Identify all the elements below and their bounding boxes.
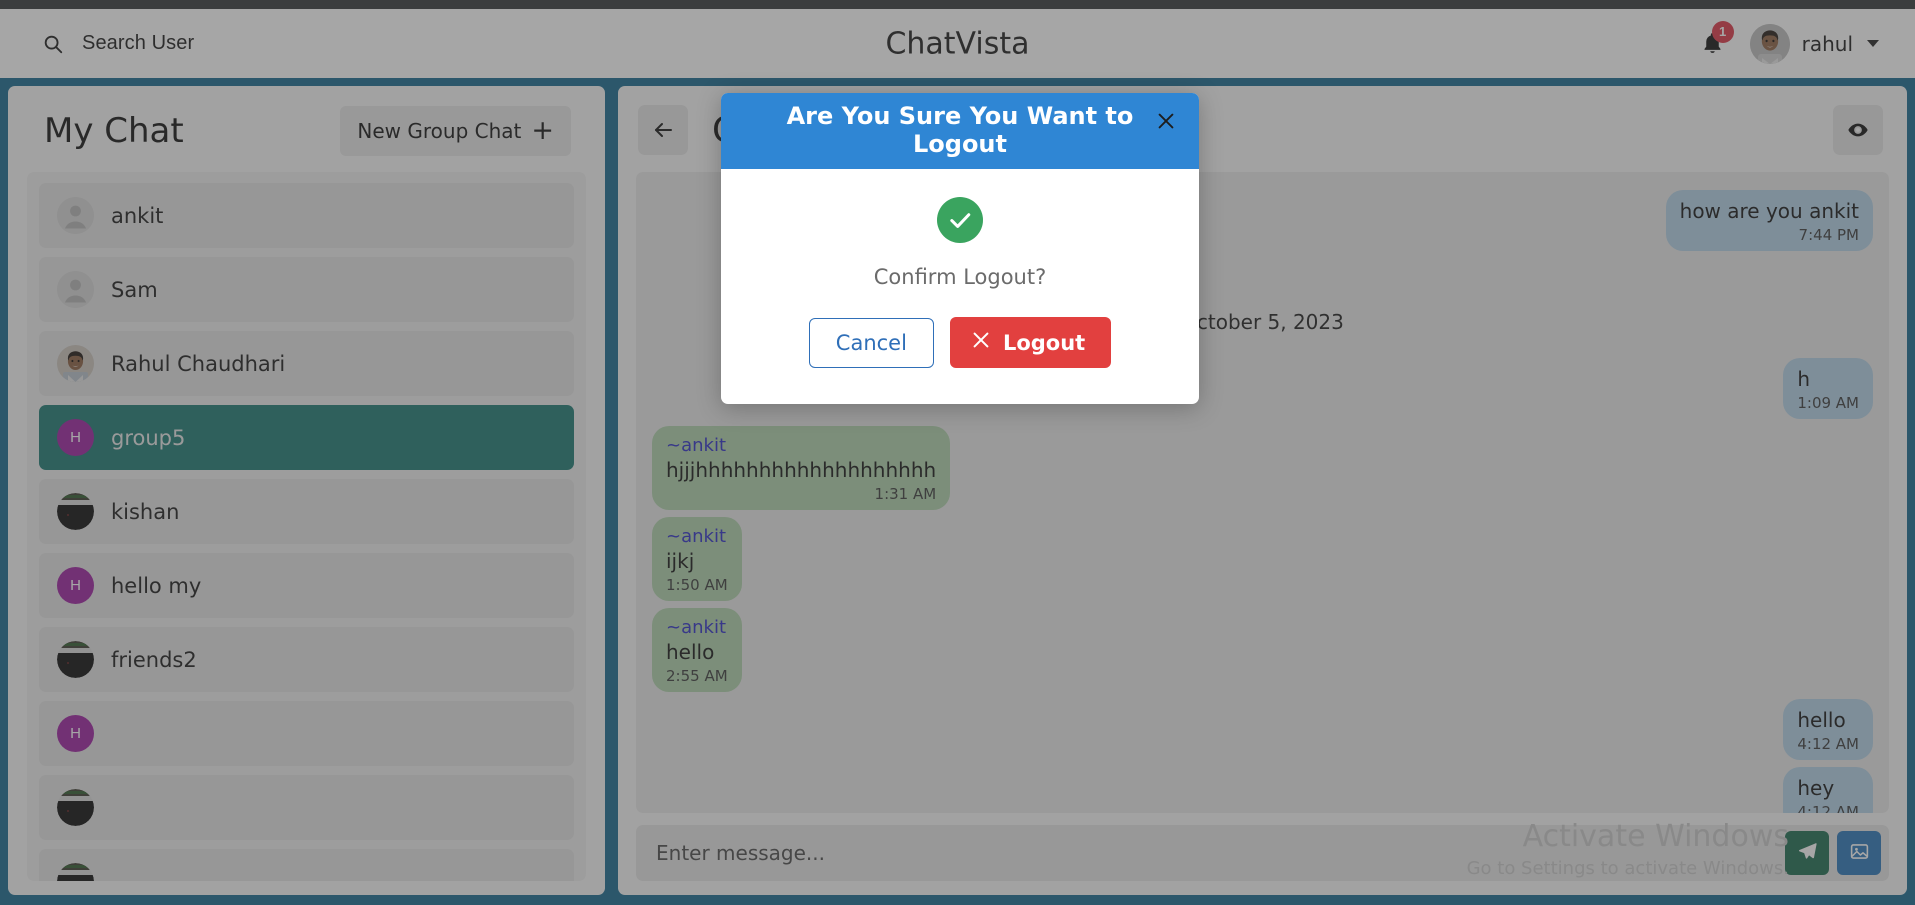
modal-actions: Cancel Logout <box>809 289 1111 404</box>
modal-title: Are You Sure You Want to Logout <box>767 103 1153 158</box>
logout-button-label: Logout <box>1003 331 1085 355</box>
check-circle-icon <box>937 197 983 243</box>
app-root: Search User ChatVista 1 <box>0 0 1915 905</box>
modal-message: Confirm Logout? <box>874 265 1047 289</box>
modal-close-button[interactable] <box>1151 107 1181 137</box>
x-icon <box>970 329 992 356</box>
close-icon <box>1155 110 1177 135</box>
logout-button[interactable]: Logout <box>950 317 1111 368</box>
cancel-button[interactable]: Cancel <box>809 318 934 368</box>
logout-confirm-modal: Are You Sure You Want to Logout Confirm … <box>721 93 1199 404</box>
modal-body: Confirm Logout? Cancel Logout <box>721 169 1199 404</box>
modal-header: Are You Sure You Want to Logout <box>721 93 1199 169</box>
